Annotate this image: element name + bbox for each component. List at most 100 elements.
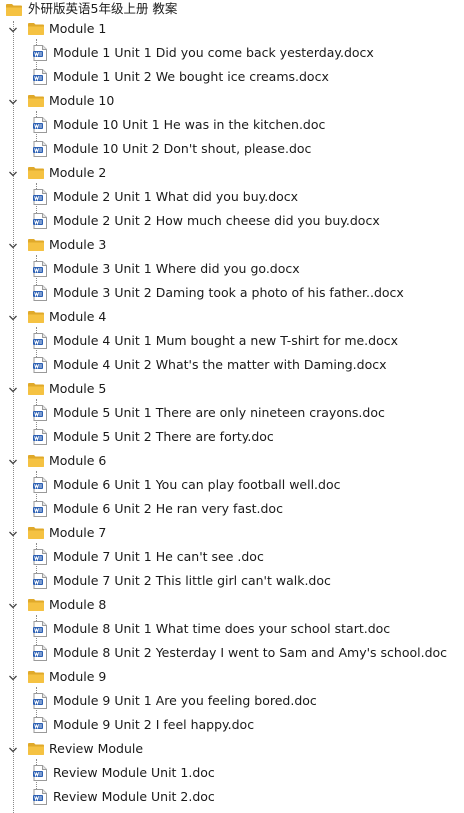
- folder-label: Module 1: [49, 21, 107, 36]
- file-row[interactable]: Module 2 Unit 2 How much cheese did you …: [0, 209, 464, 233]
- file-label: Module 6 Unit 2 He ran very fast.doc: [53, 501, 283, 516]
- file-label: Module 3 Unit 1 Where did you go.docx: [53, 261, 300, 276]
- word-document-icon: [33, 189, 47, 205]
- folder-row[interactable]: Module 8: [0, 593, 464, 617]
- chevron-down-icon[interactable]: [7, 600, 19, 612]
- file-label: Module 1 Unit 2 We bought ice creams.doc…: [53, 69, 329, 84]
- file-row[interactable]: Module 7 Unit 2 This little girl can't w…: [0, 569, 464, 593]
- file-row[interactable]: Module 4 Unit 1 Mum bought a new T-shirt…: [0, 329, 464, 353]
- chevron-down-icon[interactable]: [7, 24, 19, 36]
- word-document-icon: [33, 69, 47, 85]
- folder-icon: [28, 239, 44, 251]
- chevron-down-icon[interactable]: [7, 672, 19, 684]
- file-row[interactable]: Module 3 Unit 1 Where did you go.docx: [0, 257, 464, 281]
- file-label: Module 10 Unit 2 Don't shout, please.doc: [53, 141, 312, 156]
- chevron-down-icon[interactable]: [7, 384, 19, 396]
- folder-icon: [6, 4, 22, 16]
- folder-row[interactable]: Module 10: [0, 89, 464, 113]
- file-label: Module 8 Unit 2 Yesterday I went to Sam …: [53, 645, 448, 660]
- folder-row[interactable]: Module 9: [0, 665, 464, 689]
- word-document-icon: [33, 645, 47, 661]
- file-label: Module 10 Unit 1 He was in the kitchen.d…: [53, 117, 326, 132]
- file-row[interactable]: Review Module Unit 2.doc: [0, 785, 464, 809]
- folder-icon: [28, 167, 44, 179]
- file-label: Module 5 Unit 1 There are only nineteen …: [53, 405, 385, 420]
- chevron-down-icon[interactable]: [7, 744, 19, 756]
- word-document-icon: [33, 117, 47, 133]
- folder-label: Module 8: [49, 597, 107, 612]
- chevron-down-icon[interactable]: [7, 528, 19, 540]
- chevron-down-icon[interactable]: [7, 168, 19, 180]
- word-document-icon: [33, 357, 47, 373]
- word-document-icon: [33, 549, 47, 565]
- file-row[interactable]: Module 7 Unit 1 He can't see .doc: [0, 545, 464, 569]
- chevron-down-icon[interactable]: [7, 240, 19, 252]
- folder-row[interactable]: Module 1: [0, 17, 464, 41]
- folder-icon: [28, 743, 44, 755]
- file-row[interactable]: Module 3 Unit 2 Daming took a photo of h…: [0, 281, 464, 305]
- word-document-icon: [33, 501, 47, 517]
- word-document-icon: [33, 717, 47, 733]
- folder-row[interactable]: Module 6: [0, 449, 464, 473]
- word-document-icon: [33, 141, 47, 157]
- folder-label: Review Module: [49, 741, 144, 756]
- folder-label: Module 2: [49, 165, 107, 180]
- folder-icon: [28, 383, 44, 395]
- word-document-icon: [33, 261, 47, 277]
- file-label: Review Module Unit 1.doc: [53, 765, 215, 780]
- chevron-down-icon[interactable]: [7, 456, 19, 468]
- file-row[interactable]: Module 6 Unit 1 You can play football we…: [0, 473, 464, 497]
- file-label: Module 3 Unit 2 Daming took a photo of h…: [53, 285, 404, 300]
- word-document-icon: [33, 693, 47, 709]
- chevron-down-icon[interactable]: [7, 96, 19, 108]
- word-document-icon: [33, 477, 47, 493]
- folder-row[interactable]: Module 2: [0, 161, 464, 185]
- file-row[interactable]: Module 4 Unit 2 What's the matter with D…: [0, 353, 464, 377]
- folder-label: Module 6: [49, 453, 107, 468]
- folder-row[interactable]: Module 4: [0, 305, 464, 329]
- file-label: Module 8 Unit 1 What time does your scho…: [53, 621, 391, 636]
- file-label: Module 4 Unit 2 What's the matter with D…: [53, 357, 387, 372]
- word-document-icon: [33, 765, 47, 781]
- chevron-down-icon[interactable]: [7, 312, 19, 324]
- word-document-icon: [33, 285, 47, 301]
- word-document-icon: [33, 45, 47, 61]
- word-document-icon: [33, 789, 47, 805]
- folder-label: Module 3: [49, 237, 107, 252]
- file-label: Module 5 Unit 2 There are forty.doc: [53, 429, 274, 444]
- file-row[interactable]: Module 2 Unit 1 What did you buy.docx: [0, 185, 464, 209]
- file-row[interactable]: Module 5 Unit 2 There are forty.doc: [0, 425, 464, 449]
- file-label: Module 7 Unit 2 This little girl can't w…: [53, 573, 331, 588]
- word-document-icon: [33, 213, 47, 229]
- file-row[interactable]: Module 9 Unit 1 Are you feeling bored.do…: [0, 689, 464, 713]
- file-label: Module 4 Unit 1 Mum bought a new T-shirt…: [53, 333, 399, 348]
- file-row[interactable]: Module 9 Unit 2 I feel happy.doc: [0, 713, 464, 737]
- file-row[interactable]: Module 1 Unit 2 We bought ice creams.doc…: [0, 65, 464, 89]
- word-document-icon: [33, 621, 47, 637]
- folder-icon: [28, 455, 44, 467]
- file-row[interactable]: Module 10 Unit 2 Don't shout, please.doc: [0, 137, 464, 161]
- folder-row[interactable]: Module 5: [0, 377, 464, 401]
- file-row[interactable]: Module 6 Unit 2 He ran very fast.doc: [0, 497, 464, 521]
- folder-label: Module 4: [49, 309, 107, 324]
- folder-row[interactable]: Module 7: [0, 521, 464, 545]
- file-row[interactable]: Module 5 Unit 1 There are only nineteen …: [0, 401, 464, 425]
- word-document-icon: [33, 405, 47, 421]
- file-label: Module 2 Unit 2 How much cheese did you …: [53, 213, 380, 228]
- file-label: Module 7 Unit 1 He can't see .doc: [53, 549, 264, 564]
- word-document-icon: [33, 333, 47, 349]
- file-row[interactable]: Module 8 Unit 2 Yesterday I went to Sam …: [0, 641, 464, 665]
- file-label: Review Module Unit 2.doc: [53, 789, 215, 804]
- folder-icon: [28, 311, 44, 323]
- file-row[interactable]: Review Module Unit 1.doc: [0, 761, 464, 785]
- folder-icon: [28, 95, 44, 107]
- folder-icon: [28, 527, 44, 539]
- file-row[interactable]: Module 8 Unit 1 What time does your scho…: [0, 617, 464, 641]
- folder-row[interactable]: Review Module: [0, 737, 464, 761]
- folder-icon: [28, 671, 44, 683]
- folder-label: Module 7: [49, 525, 107, 540]
- file-label: Module 6 Unit 1 You can play football we…: [53, 477, 341, 492]
- folder-row[interactable]: Module 3: [0, 233, 464, 257]
- file-row[interactable]: Module 10 Unit 1 He was in the kitchen.d…: [0, 113, 464, 137]
- file-row[interactable]: Module 1 Unit 1 Did you come back yester…: [0, 41, 464, 65]
